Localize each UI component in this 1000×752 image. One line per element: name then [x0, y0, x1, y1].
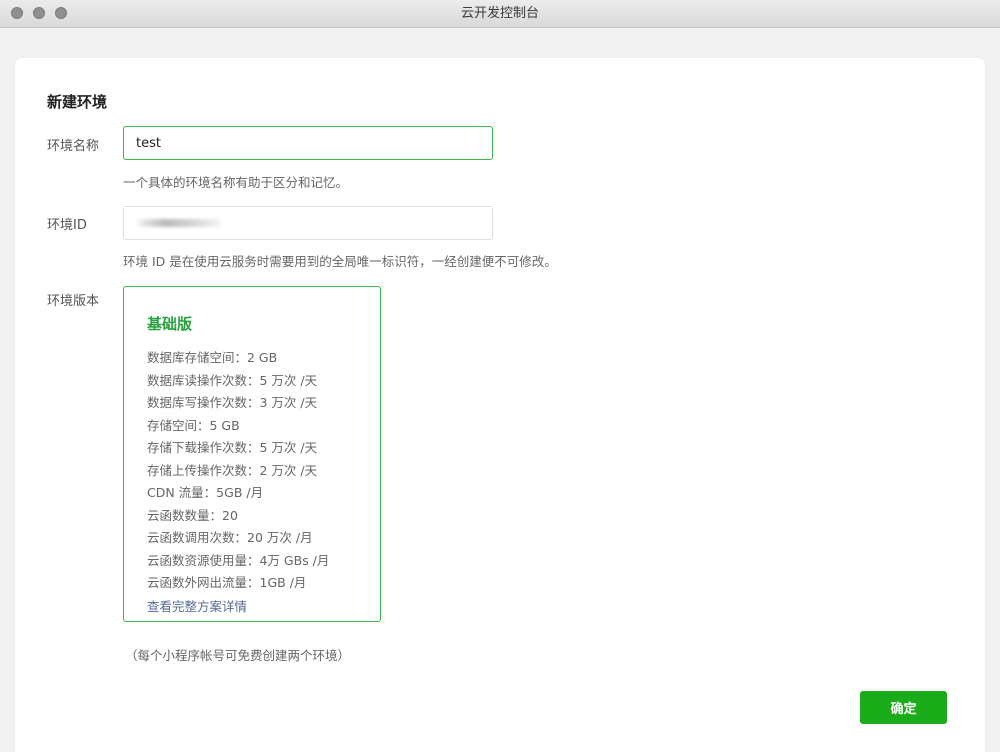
- plan-feature: 数据库写操作次数：3 万次 /天: [147, 395, 318, 410]
- plan-details-link[interactable]: 查看完整方案详情: [147, 596, 247, 615]
- plan-feature: 存储空间：5 GB: [147, 417, 240, 433]
- plan-card-basic[interactable]: 基础版 数据库存储空间：2 GB 数据库读操作次数：5 万次 /天 数据库写操作…: [123, 286, 381, 622]
- confirm-button[interactable]: 确定: [860, 691, 947, 724]
- plan-feature: 数据库读操作次数：5 万次 /天: [147, 372, 318, 388]
- env-version-label: 环境版本: [47, 294, 100, 309]
- plan-name: 基础版: [147, 315, 193, 333]
- plan-feature: 云函数外网出流量：1GB /月: [147, 575, 307, 590]
- env-id-label: 环境ID: [47, 218, 87, 233]
- plan-feature: 数据库存储空间：2 GB: [147, 350, 278, 365]
- plan-feature: 存储上传操作次数：2 万次 /天: [147, 462, 318, 478]
- plan-feature: CDN 流量：5GB /月: [147, 485, 264, 500]
- create-environment-panel: 新建环境 环境名称 一个具体的环境名称有助于区分和记忆。 环境ID 环境 ID …: [15, 58, 985, 752]
- plan-feature: 云函数资源使用量：4万 GBs /月: [147, 552, 330, 568]
- env-name-label: 环境名称: [47, 139, 100, 154]
- env-name-hint: 一个具体的环境名称有助于区分和记忆。: [123, 175, 349, 190]
- env-name-input[interactable]: [123, 126, 493, 160]
- app-window: 云开发控制台 新建环境 环境名称 一个具体的环境名称有助于区分和记忆。 环境ID…: [0, 0, 1000, 752]
- plan-feature: 云函数数量：20: [147, 507, 238, 523]
- redacted-env-id: [137, 219, 221, 227]
- plan-feature-list: 数据库存储空间：2 GB 数据库读操作次数：5 万次 /天 数据库写操作次数：3…: [147, 347, 329, 595]
- title-bar: 云开发控制台: [0, 0, 1000, 28]
- environment-quota-note: （每个小程序帐号可免费创建两个环境）: [125, 648, 351, 663]
- env-id-hint: 环境 ID 是在使用云服务时需要用到的全局唯一标识符，一经创建便不可修改。: [123, 254, 557, 269]
- window-title: 云开发控制台: [460, 6, 539, 21]
- plan-feature: 存储下载操作次数：5 万次 /天: [147, 440, 318, 455]
- plan-feature: 云函数调用次数：20 万次 /月: [147, 530, 313, 545]
- page-title: 新建环境: [47, 93, 108, 111]
